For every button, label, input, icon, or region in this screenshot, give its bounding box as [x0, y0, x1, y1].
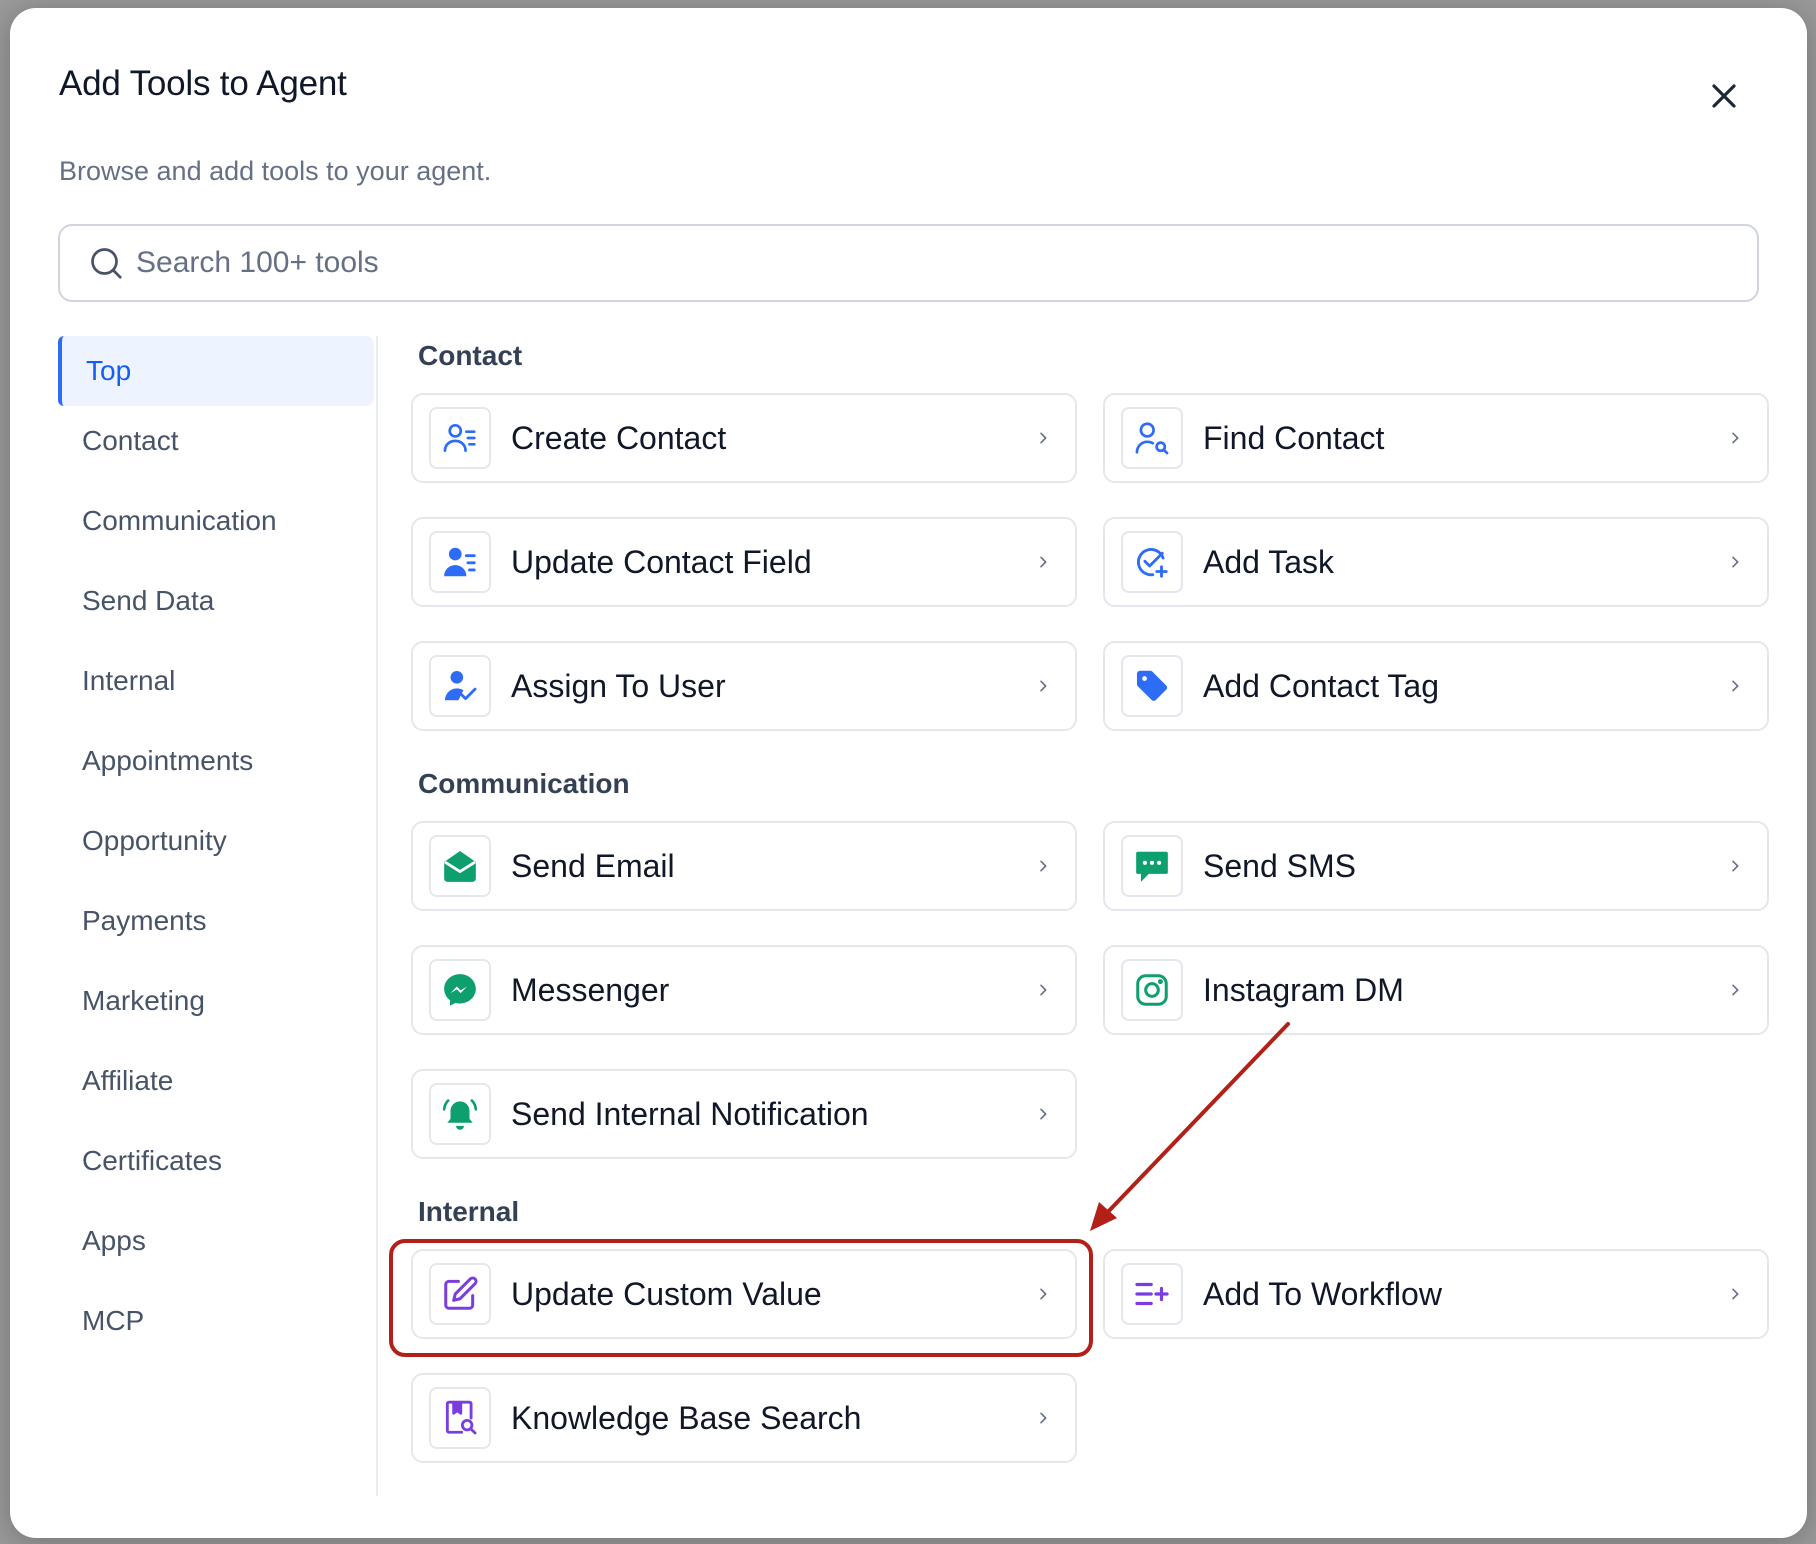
section-title-communication: Communication: [418, 768, 630, 799]
tool-card-find-contact[interactable]: Find Contact: [1103, 393, 1769, 483]
sidebar-item-internal[interactable]: Internal: [58, 646, 374, 716]
section-title-internal: Internal: [418, 1196, 520, 1227]
section-title-contact: Contact: [418, 340, 523, 371]
knowledge-search-icon: [429, 1387, 491, 1449]
sidebar-item-send-data[interactable]: Send Data: [58, 566, 374, 636]
tool-card-update-custom-value[interactable]: Update Custom Value: [411, 1249, 1077, 1339]
chevron-right-icon: [1035, 430, 1051, 446]
tool-label: Send SMS: [1203, 847, 1356, 884]
tool-card-add-task[interactable]: Add Task: [1103, 517, 1769, 607]
sidebar-item-payments[interactable]: Payments: [58, 886, 374, 956]
sidebar-item-appointments[interactable]: Appointments: [58, 726, 374, 796]
bell-icon: [429, 1083, 491, 1145]
tool-card-messenger[interactable]: Messenger: [411, 945, 1077, 1035]
tool-label: Assign To User: [511, 667, 726, 704]
instagram-icon: [1121, 959, 1183, 1021]
chevron-right-icon: [1035, 858, 1051, 874]
email-icon: [429, 835, 491, 897]
tool-label: Find Contact: [1203, 419, 1385, 456]
tool-card-update-contact-field[interactable]: Update Contact Field: [411, 517, 1077, 607]
tool-card-instagram-dm[interactable]: Instagram DM: [1103, 945, 1769, 1035]
sidebar-item-contact[interactable]: Contact: [58, 406, 374, 476]
task-add-icon: [1121, 531, 1183, 593]
sms-icon: [1121, 835, 1183, 897]
chevron-right-icon: [1727, 1286, 1743, 1302]
sidebar-item-top[interactable]: Top: [58, 336, 374, 406]
tool-label: Add Contact Tag: [1203, 667, 1440, 704]
chevron-right-icon: [1035, 1286, 1051, 1302]
add-tools-dialog: Add Tools to Agent Browse and add tools …: [10, 8, 1807, 1538]
chevron-right-icon: [1035, 982, 1051, 998]
tool-card-knowledge-base-search[interactable]: Knowledge Base Search: [411, 1373, 1077, 1463]
tool-label: Create Contact: [511, 419, 727, 456]
contact-edit-icon: [429, 531, 491, 593]
chevron-right-icon: [1727, 554, 1743, 570]
chevron-right-icon: [1035, 1106, 1051, 1122]
tool-card-send-internal-notification[interactable]: Send Internal Notification: [411, 1069, 1077, 1159]
sidebar-item-affiliate[interactable]: Affiliate: [58, 1046, 374, 1116]
tool-card-create-contact[interactable]: Create Contact: [411, 393, 1077, 483]
tool-card-add-contact-tag[interactable]: Add Contact Tag: [1103, 641, 1769, 731]
tool-label: Instagram DM: [1203, 971, 1404, 1008]
dialog-title: Add Tools to Agent: [59, 64, 347, 103]
tool-label: Update Custom Value: [511, 1275, 822, 1312]
tool-card-assign-to-user[interactable]: Assign To User: [411, 641, 1077, 731]
sidebar-item-certificates[interactable]: Certificates: [58, 1126, 374, 1196]
contact-list-icon: [429, 407, 491, 469]
chevron-right-icon: [1727, 858, 1743, 874]
tag-icon: [1121, 655, 1183, 717]
tool-label: Add To Workflow: [1203, 1275, 1442, 1312]
tool-label: Update Contact Field: [511, 543, 812, 580]
tool-label: Add Task: [1203, 543, 1335, 580]
edit-icon: [429, 1263, 491, 1325]
search-input[interactable]: [134, 245, 1638, 281]
tool-label: Knowledge Base Search: [511, 1399, 862, 1436]
workflow-add-icon: [1121, 1263, 1183, 1325]
sidebar-item-mcp[interactable]: MCP: [58, 1286, 374, 1356]
chevron-right-icon: [1727, 982, 1743, 998]
sidebar-item-apps[interactable]: Apps: [58, 1206, 374, 1276]
contact-search-icon: [1121, 407, 1183, 469]
tool-label: Send Internal Notification: [511, 1095, 869, 1132]
tool-label: Send Email: [511, 847, 675, 884]
chevron-right-icon: [1035, 678, 1051, 694]
tool-card-send-email[interactable]: Send Email: [411, 821, 1077, 911]
category-sidebar: Top Contact Communication Send Data Inte…: [58, 336, 378, 1496]
chevron-right-icon: [1727, 430, 1743, 446]
sidebar-item-communication[interactable]: Communication: [58, 486, 374, 556]
search-icon: [88, 245, 124, 281]
chevron-right-icon: [1035, 1410, 1051, 1426]
chevron-right-icon: [1035, 554, 1051, 570]
chevron-right-icon: [1727, 678, 1743, 694]
tool-card-send-sms[interactable]: Send SMS: [1103, 821, 1769, 911]
sidebar-item-marketing[interactable]: Marketing: [58, 966, 374, 1036]
close-button[interactable]: [1700, 72, 1748, 120]
dialog-subtitle: Browse and add tools to your agent.: [59, 156, 492, 186]
tool-label: Messenger: [511, 971, 670, 1008]
close-icon: [1712, 84, 1736, 108]
search-box[interactable]: [58, 224, 1759, 302]
sidebar-item-opportunity[interactable]: Opportunity: [58, 806, 374, 876]
messenger-icon: [429, 959, 491, 1021]
user-assign-icon: [429, 655, 491, 717]
tool-card-add-to-workflow[interactable]: Add To Workflow: [1103, 1249, 1769, 1339]
